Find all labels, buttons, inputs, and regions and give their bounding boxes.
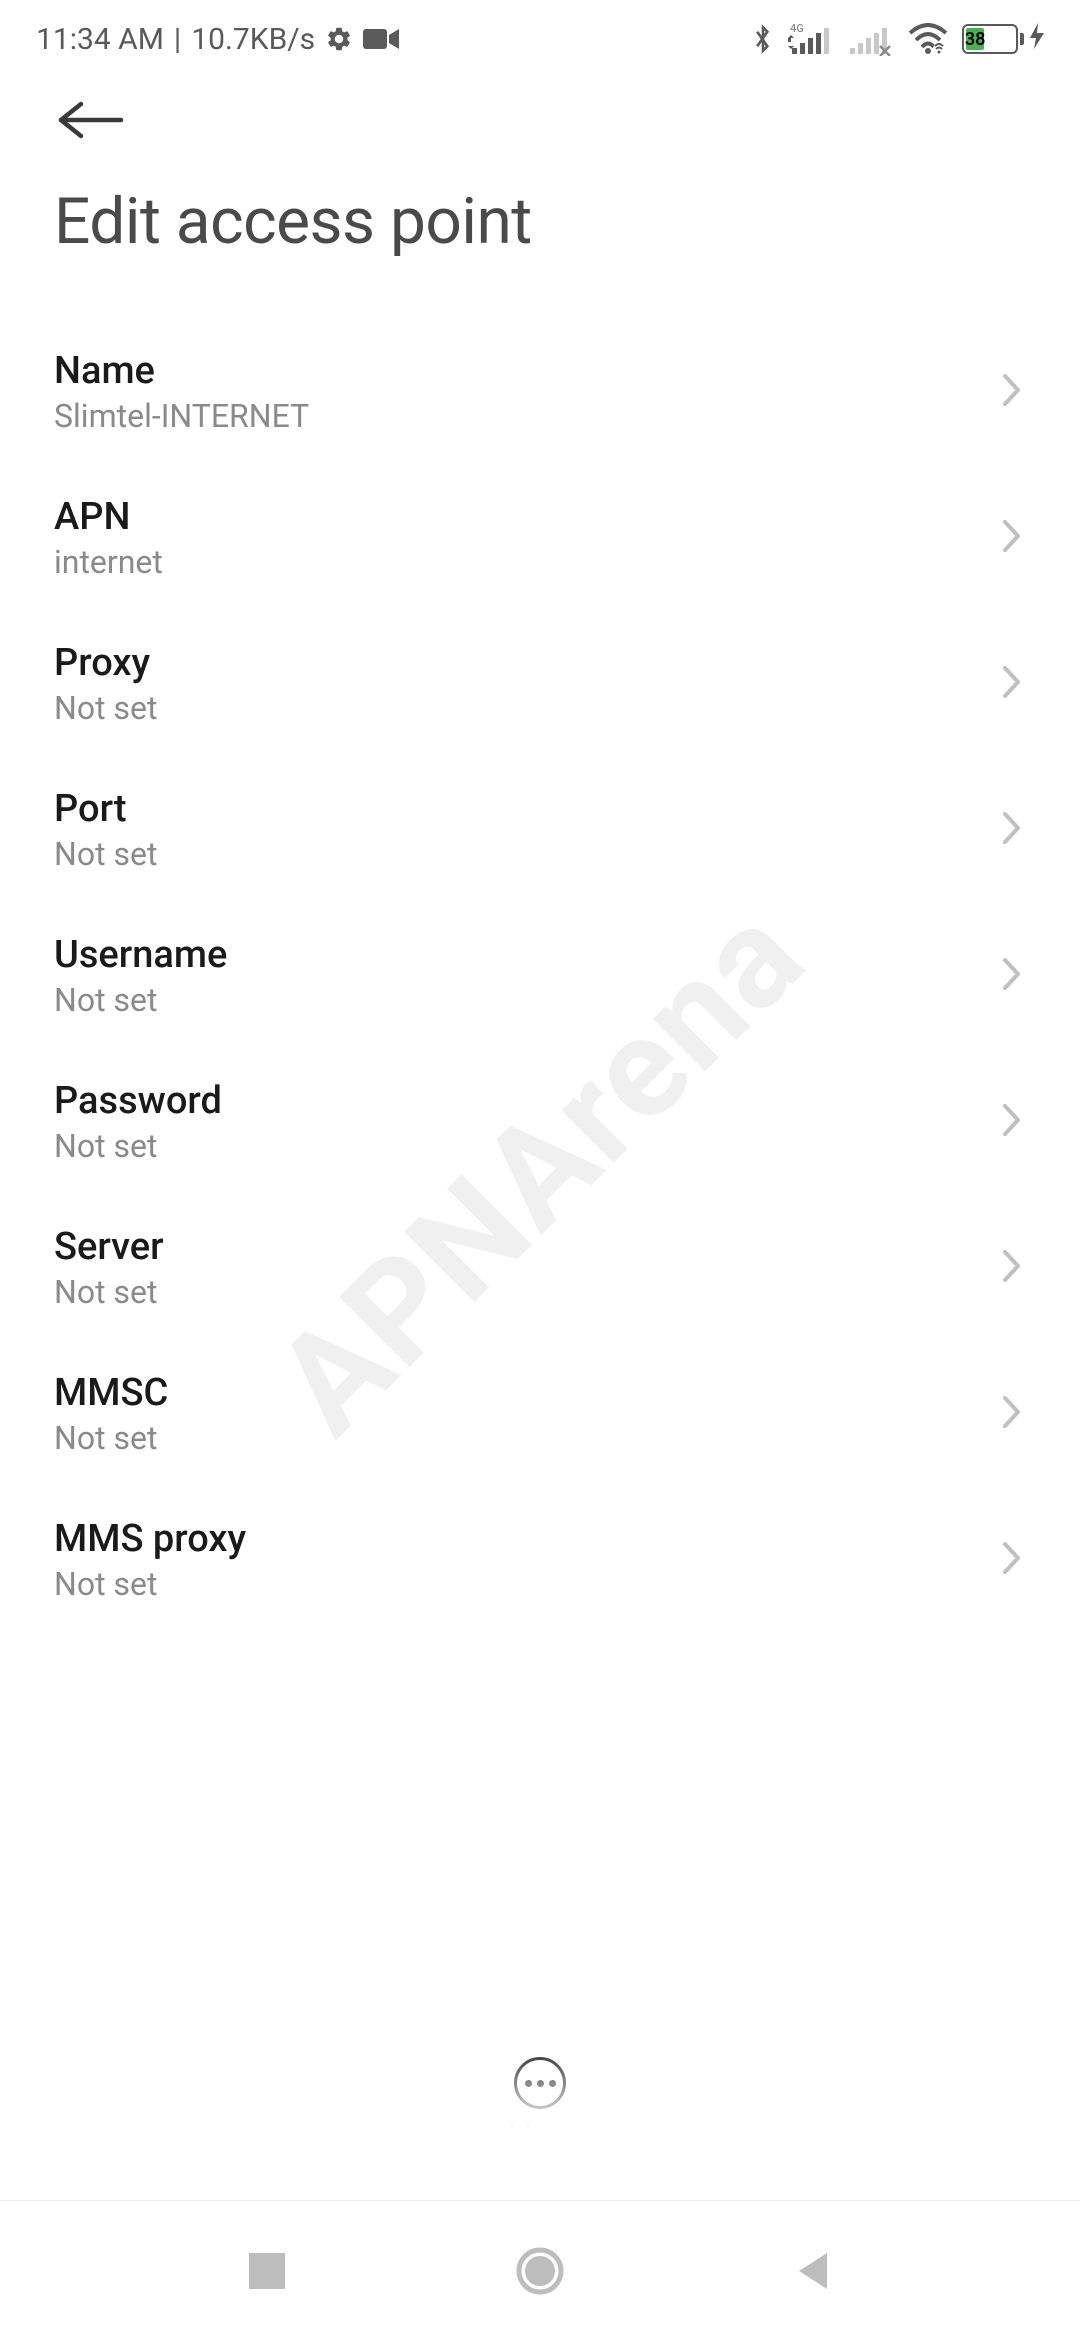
chevron-right-icon [1002,519,1022,557]
setting-value: Not set [54,981,227,1019]
triangle-left-icon [795,2251,831,2291]
settings-list: Name Slimtel-INTERNET APN internet Proxy… [0,319,1080,1633]
chevron-right-icon [1002,1103,1022,1141]
wifi-icon [908,23,948,55]
chevron-right-icon [1002,1249,1022,1287]
bluetooth-icon [752,23,774,55]
chevron-right-icon [1002,1541,1022,1579]
square-icon [249,2253,285,2289]
setting-row-apn[interactable]: APN internet [0,465,1080,611]
setting-label: Password [54,1079,222,1123]
page-title: Edit access point [0,164,1080,319]
chevron-right-icon [1002,811,1022,849]
nav-recents-button[interactable] [232,2236,302,2306]
chevron-right-icon [1002,373,1022,411]
setting-value: Not set [54,1419,168,1457]
setting-value: internet [54,543,163,581]
gear-icon [325,25,353,53]
chevron-right-icon [1002,957,1022,995]
status-separator: | [174,22,181,57]
setting-row-username[interactable]: Username Not set [0,903,1080,1049]
setting-label: APN [54,495,163,539]
nav-back-button[interactable] [778,2236,848,2306]
svg-text:4G: 4G [790,22,804,35]
setting-row-password[interactable]: Password Not set [0,1049,1080,1195]
back-button[interactable] [0,70,1080,164]
charging-icon [1030,23,1044,55]
setting-label: Port [54,787,157,831]
setting-label: Name [54,349,309,393]
setting-label: Proxy [54,641,157,685]
status-left: 11:34 AM | 10.7KB/s [36,22,399,57]
more-button[interactable]: More [508,2057,573,2152]
navigation-bar [0,2200,1080,2340]
arrow-left-icon [56,100,126,140]
setting-value: Not set [54,689,157,727]
setting-label: Server [54,1225,164,1269]
setting-value: Slimtel-INTERNET [54,397,309,435]
setting-row-port[interactable]: Port Not set [0,757,1080,903]
setting-row-name[interactable]: Name Slimtel-INTERNET [0,319,1080,465]
status-right: 4G [752,22,1044,56]
setting-row-mmsc[interactable]: MMSC Not set [0,1341,1080,1487]
status-bar: 11:34 AM | 10.7KB/s 4G [0,0,1080,70]
setting-label: MMSC [54,1371,168,1415]
setting-value: Not set [54,835,157,873]
circle-icon [516,2247,564,2295]
chevron-right-icon [1002,665,1022,703]
bottom-actions: More [0,2037,1080,2172]
setting-value: Not set [54,1273,164,1311]
status-time: 11:34 AM [36,22,164,57]
setting-label: Username [54,933,227,977]
setting-row-proxy[interactable]: Proxy Not set [0,611,1080,757]
battery-percent: 38 [966,28,984,50]
setting-value: Not set [54,1127,222,1165]
chevron-right-icon [1002,1395,1022,1433]
setting-row-mms-proxy[interactable]: MMS proxy Not set [0,1487,1080,1633]
nav-home-button[interactable] [505,2236,575,2306]
camera-icon [363,27,399,51]
signal-4g-icon: 4G [788,22,836,56]
battery-indicator: 38 [962,23,1044,55]
status-data-rate: 10.7KB/s [191,22,315,57]
setting-label: MMS proxy [54,1517,246,1561]
setting-row-server[interactable]: Server Not set [0,1195,1080,1341]
more-label: More [508,2119,573,2152]
signal-2-icon [850,22,894,56]
setting-value: Not set [54,1565,246,1603]
more-icon [514,2057,566,2109]
